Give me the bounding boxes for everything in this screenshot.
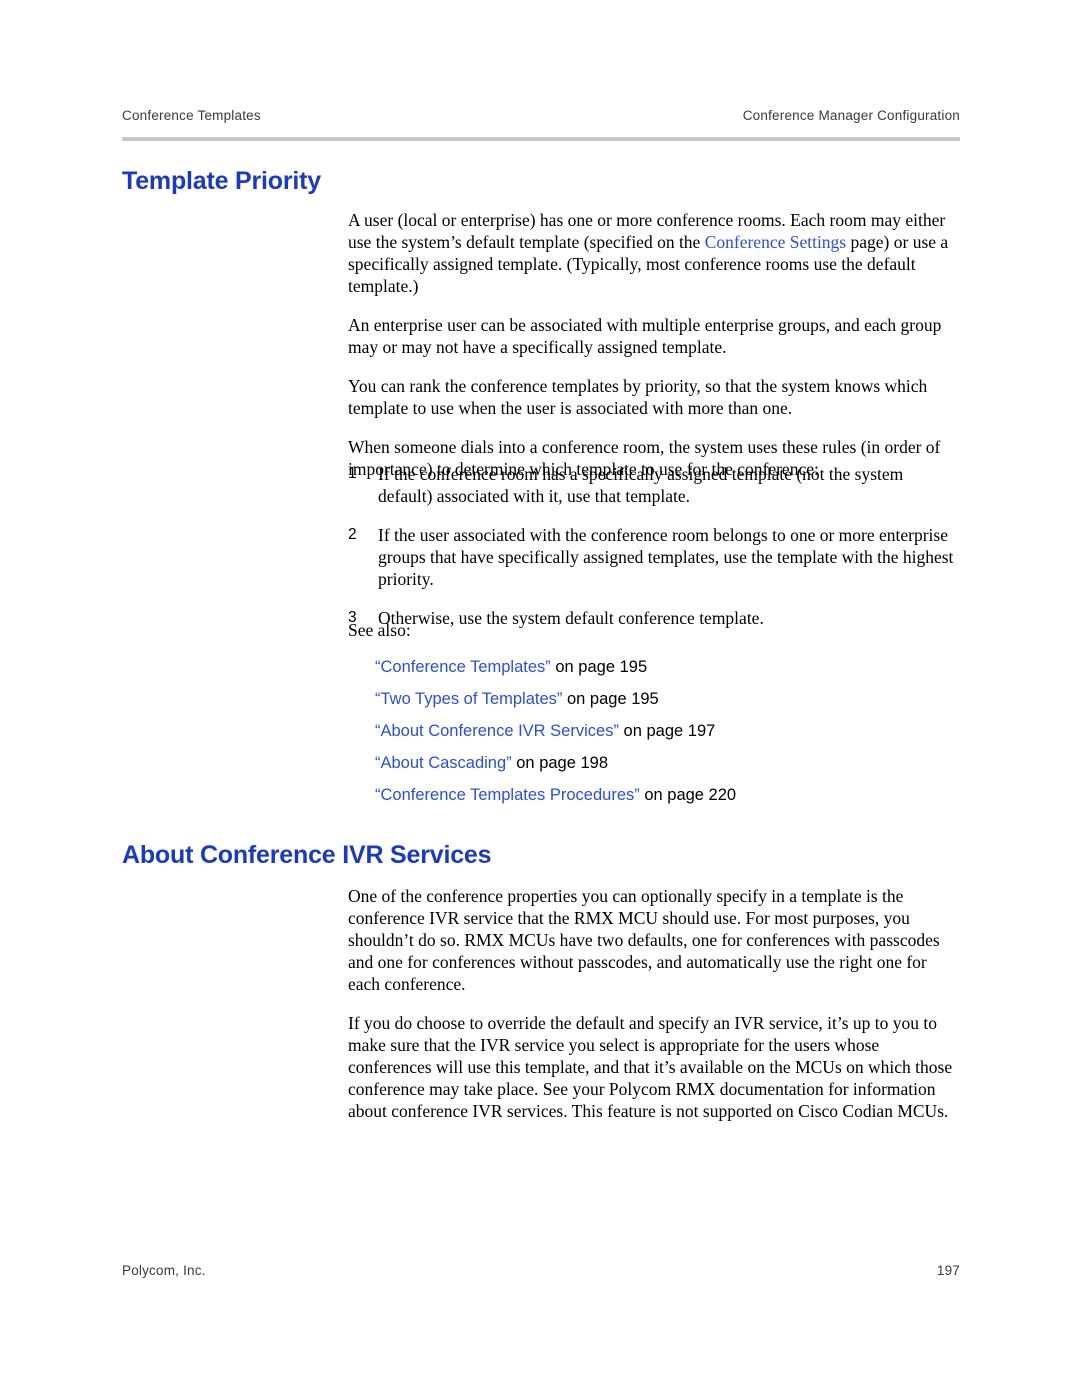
see-also-page-0: on page 195 (550, 658, 648, 676)
list-item: 2 If the user associated with the confer… (348, 524, 960, 590)
page-footer: Polycom, Inc. 197 (122, 1263, 960, 1278)
header-divider (122, 137, 960, 141)
see-also-list: “Conference Templates” on page 195 “Two … (375, 651, 736, 811)
see-also-page-2: on page 197 (618, 722, 716, 740)
link-two-types-of-templates[interactable]: “Two Types of Templates” (375, 690, 562, 708)
see-also-item: “Conference Templates” on page 195 (375, 651, 736, 683)
footer-left-text: Polycom, Inc. (122, 1263, 206, 1278)
list-item-text: If the user associated with the conferen… (378, 525, 954, 589)
see-also-item: “About Cascading” on page 198 (375, 747, 736, 779)
link-about-conference-ivr-services[interactable]: “About Conference IVR Services” (375, 722, 619, 740)
paragraph-ivr-override: If you do choose to override the default… (348, 1013, 953, 1121)
list-item-number: 1 (348, 465, 357, 482)
list-item: 3 Otherwise, use the system default conf… (348, 607, 960, 629)
see-also-item: “Two Types of Templates” on page 195 (375, 683, 736, 715)
link-about-cascading[interactable]: “About Cascading” (375, 754, 512, 772)
heading-about-conference-ivr-services: About Conference IVR Services (122, 841, 492, 869)
see-also-label: See also: (348, 620, 411, 640)
priority-rules-list: 1 If the conference room has a specifica… (348, 463, 960, 646)
page-number: 197 (936, 1263, 960, 1278)
page-header: Conference Templates Conference Manager … (122, 108, 960, 123)
header-right-text: Conference Manager Configuration (742, 108, 960, 123)
list-item-text: If the conference room has a specificall… (378, 464, 904, 506)
link-conference-templates[interactable]: “Conference Templates” (375, 658, 551, 676)
link-conference-settings[interactable]: Conference Settings (705, 232, 846, 252)
about-ivr-body: One of the conference properties you can… (348, 885, 960, 1139)
link-conference-templates-procedures[interactable]: “Conference Templates Procedures” (375, 786, 640, 804)
see-also-item: “Conference Templates Procedures” on pag… (375, 779, 736, 811)
see-also-page-1: on page 195 (562, 690, 659, 708)
see-also-item: “About Conference IVR Services” on page … (375, 715, 736, 747)
paragraph-intro: A user (local or enterprise) has one or … (348, 209, 960, 297)
list-item-text: Otherwise, use the system default confer… (378, 608, 764, 628)
heading-template-priority: Template Priority (122, 167, 321, 195)
header-left-text: Conference Templates (122, 108, 261, 123)
list-item: 1 If the conference room has a specifica… (348, 463, 960, 507)
paragraph-ivr-defaults: One of the conference properties you can… (348, 886, 940, 994)
list-item-number: 2 (348, 526, 357, 543)
paragraph-rank-templates: You can rank the conference templates by… (348, 376, 928, 418)
paragraph-enterprise-user: An enterprise user can be associated wit… (348, 315, 942, 357)
template-priority-body: A user (local or enterprise) has one or … (348, 209, 960, 497)
see-also-page-4: on page 220 (639, 786, 737, 804)
document-page: Conference Templates Conference Manager … (0, 0, 1080, 1397)
see-also-page-3: on page 198 (511, 754, 609, 772)
